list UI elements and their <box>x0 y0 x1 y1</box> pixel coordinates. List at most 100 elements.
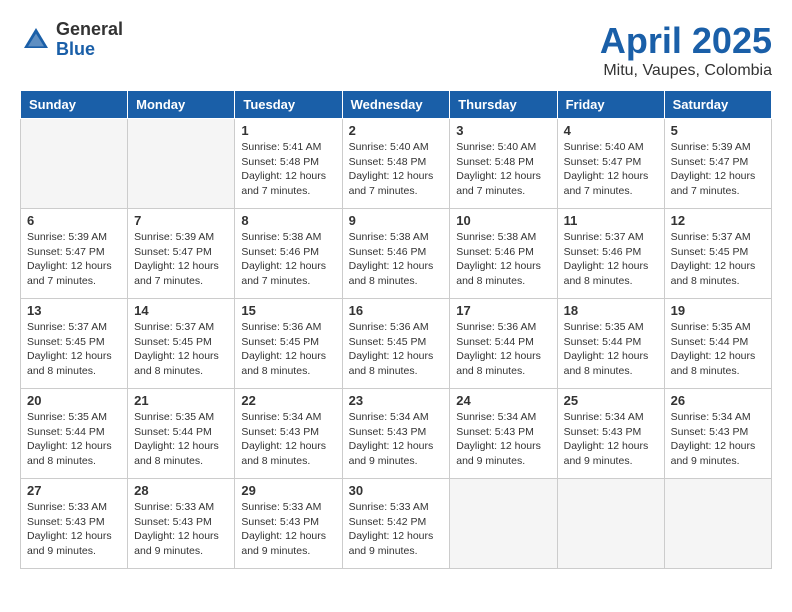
day-info: Sunrise: 5:35 AM Sunset: 5:44 PM Dayligh… <box>134 410 228 469</box>
day-cell-2-2: 15Sunrise: 5:36 AM Sunset: 5:45 PM Dayli… <box>235 299 342 389</box>
logo: General Blue <box>20 20 123 60</box>
day-number: 29 <box>241 483 335 498</box>
day-cell-1-2: 8 Sunrise: 5:38 AM Sunset: 5:46 PM Daylig… <box>235 209 342 299</box>
week-row-1: 1 Sunrise: 5:41 AM Sunset: 5:48 PM Daylig… <box>21 119 772 209</box>
day-number: 27 <box>27 483 121 498</box>
logo-icon <box>20 24 52 56</box>
day-number: 26 <box>671 393 765 408</box>
day-cell-4-4 <box>450 479 557 569</box>
day-info: Sunrise: 5:33 AM Sunset: 5:43 PM Dayligh… <box>241 500 335 559</box>
day-info: Sunrise: 5:35 AM Sunset: 5:44 PM Dayligh… <box>564 320 658 379</box>
day-cell-2-0: 13Sunrise: 5:37 AM Sunset: 5:45 PM Dayli… <box>21 299 128 389</box>
day-info: Sunrise: 5:41 AM Sunset: 5:48 PM Dayligh… <box>241 140 335 199</box>
day-number: 5 <box>671 123 765 138</box>
logo-text: General Blue <box>56 20 123 60</box>
day-number: 23 <box>349 393 444 408</box>
day-number: 14 <box>134 303 228 318</box>
day-number: 24 <box>456 393 550 408</box>
day-number: 9 <box>349 213 444 228</box>
day-number: 8 <box>241 213 335 228</box>
week-row-3: 13Sunrise: 5:37 AM Sunset: 5:45 PM Dayli… <box>21 299 772 389</box>
day-cell-3-5: 25 Sunrise: 5:34 AM Sunset: 5:43 PM Dayli… <box>557 389 664 479</box>
day-info: Sunrise: 5:38 AM Sunset: 5:46 PM Dayligh… <box>349 230 444 289</box>
day-cell-2-5: 18 Sunrise: 5:35 AM Sunset: 5:44 PM Dayli… <box>557 299 664 389</box>
day-info: Sunrise: 5:39 AM Sunset: 5:47 PM Dayligh… <box>27 230 121 289</box>
day-info: Sunrise: 5:37 AM Sunset: 5:45 PM Dayligh… <box>671 230 765 289</box>
day-info: Sunrise: 5:36 AM Sunset: 5:44 PM Dayligh… <box>456 320 550 379</box>
day-cell-4-2: 29 Sunrise: 5:33 AM Sunset: 5:43 PM Dayli… <box>235 479 342 569</box>
day-cell-4-0: 27 Sunrise: 5:33 AM Sunset: 5:43 PM Dayli… <box>21 479 128 569</box>
day-cell-4-3: 30 Sunrise: 5:33 AM Sunset: 5:42 PM Dayli… <box>342 479 450 569</box>
day-info: Sunrise: 5:34 AM Sunset: 5:43 PM Dayligh… <box>564 410 658 469</box>
day-number: 25 <box>564 393 658 408</box>
day-info: Sunrise: 5:33 AM Sunset: 5:42 PM Dayligh… <box>349 500 444 559</box>
day-number: 15 <box>241 303 335 318</box>
day-info: Sunrise: 5:35 AM Sunset: 5:44 PM Dayligh… <box>27 410 121 469</box>
day-info: Sunrise: 5:39 AM Sunset: 5:47 PM Dayligh… <box>671 140 765 199</box>
header-sunday: Sunday <box>21 91 128 119</box>
day-cell-1-4: 10 Sunrise: 5:38 AM Sunset: 5:46 PM Dayli… <box>450 209 557 299</box>
day-cell-2-6: 19 Sunrise: 5:35 AM Sunset: 5:44 PM Dayli… <box>664 299 771 389</box>
day-number: 10 <box>456 213 550 228</box>
day-number: 22 <box>241 393 335 408</box>
header-wednesday: Wednesday <box>342 91 450 119</box>
day-cell-0-5: 4Sunrise: 5:40 AM Sunset: 5:47 PM Daylig… <box>557 119 664 209</box>
day-cell-0-3: 2Sunrise: 5:40 AM Sunset: 5:48 PM Daylig… <box>342 119 450 209</box>
day-cell-3-6: 26 Sunrise: 5:34 AM Sunset: 5:43 PM Dayli… <box>664 389 771 479</box>
day-info: Sunrise: 5:34 AM Sunset: 5:43 PM Dayligh… <box>671 410 765 469</box>
header-friday: Friday <box>557 91 664 119</box>
day-cell-2-1: 14Sunrise: 5:37 AM Sunset: 5:45 PM Dayli… <box>128 299 235 389</box>
day-info: Sunrise: 5:36 AM Sunset: 5:45 PM Dayligh… <box>349 320 444 379</box>
week-row-2: 6 Sunrise: 5:39 AM Sunset: 5:47 PM Daylig… <box>21 209 772 299</box>
day-cell-3-2: 22 Sunrise: 5:34 AM Sunset: 5:43 PM Dayli… <box>235 389 342 479</box>
day-number: 19 <box>671 303 765 318</box>
day-info: Sunrise: 5:40 AM Sunset: 5:48 PM Dayligh… <box>349 140 444 199</box>
day-info: Sunrise: 5:33 AM Sunset: 5:43 PM Dayligh… <box>27 500 121 559</box>
day-number: 11 <box>564 213 658 228</box>
header-monday: Monday <box>128 91 235 119</box>
day-number: 30 <box>349 483 444 498</box>
day-info: Sunrise: 5:39 AM Sunset: 5:47 PM Dayligh… <box>134 230 228 289</box>
day-cell-1-0: 6 Sunrise: 5:39 AM Sunset: 5:47 PM Daylig… <box>21 209 128 299</box>
day-number: 18 <box>564 303 658 318</box>
day-number: 21 <box>134 393 228 408</box>
day-info: Sunrise: 5:38 AM Sunset: 5:46 PM Dayligh… <box>241 230 335 289</box>
day-info: Sunrise: 5:34 AM Sunset: 5:43 PM Dayligh… <box>241 410 335 469</box>
day-cell-1-6: 12 Sunrise: 5:37 AM Sunset: 5:45 PM Dayli… <box>664 209 771 299</box>
day-number: 20 <box>27 393 121 408</box>
month-title: April 2025 <box>600 20 772 62</box>
day-number: 4 <box>564 123 658 138</box>
day-info: Sunrise: 5:35 AM Sunset: 5:44 PM Dayligh… <box>671 320 765 379</box>
header: General Blue April 2025 Mitu, Vaupes, Co… <box>20 20 772 80</box>
day-number: 6 <box>27 213 121 228</box>
day-cell-4-5 <box>557 479 664 569</box>
day-cell-1-1: 7Sunrise: 5:39 AM Sunset: 5:47 PM Daylig… <box>128 209 235 299</box>
header-tuesday: Tuesday <box>235 91 342 119</box>
day-cell-1-5: 11 Sunrise: 5:37 AM Sunset: 5:46 PM Dayli… <box>557 209 664 299</box>
day-number: 16 <box>349 303 444 318</box>
day-cell-0-1 <box>128 119 235 209</box>
day-number: 1 <box>241 123 335 138</box>
day-number: 13 <box>27 303 121 318</box>
logo-general-text: General <box>56 20 123 40</box>
header-saturday: Saturday <box>664 91 771 119</box>
day-info: Sunrise: 5:38 AM Sunset: 5:46 PM Dayligh… <box>456 230 550 289</box>
day-number: 12 <box>671 213 765 228</box>
day-info: Sunrise: 5:34 AM Sunset: 5:43 PM Dayligh… <box>456 410 550 469</box>
header-thursday: Thursday <box>450 91 557 119</box>
day-cell-4-1: 28 Sunrise: 5:33 AM Sunset: 5:43 PM Dayli… <box>128 479 235 569</box>
week-row-4: 20 Sunrise: 5:35 AM Sunset: 5:44 PM Dayli… <box>21 389 772 479</box>
day-cell-1-3: 9 Sunrise: 5:38 AM Sunset: 5:46 PM Daylig… <box>342 209 450 299</box>
day-cell-2-4: 17Sunrise: 5:36 AM Sunset: 5:44 PM Dayli… <box>450 299 557 389</box>
week-row-5: 27 Sunrise: 5:33 AM Sunset: 5:43 PM Dayli… <box>21 479 772 569</box>
title-area: April 2025 Mitu, Vaupes, Colombia <box>600 20 772 80</box>
day-cell-0-4: 3Sunrise: 5:40 AM Sunset: 5:48 PM Daylig… <box>450 119 557 209</box>
day-info: Sunrise: 5:34 AM Sunset: 5:43 PM Dayligh… <box>349 410 444 469</box>
day-number: 28 <box>134 483 228 498</box>
day-info: Sunrise: 5:33 AM Sunset: 5:43 PM Dayligh… <box>134 500 228 559</box>
day-cell-3-1: 21 Sunrise: 5:35 AM Sunset: 5:44 PM Dayli… <box>128 389 235 479</box>
day-cell-3-0: 20 Sunrise: 5:35 AM Sunset: 5:44 PM Dayli… <box>21 389 128 479</box>
day-cell-0-2: 1 Sunrise: 5:41 AM Sunset: 5:48 PM Daylig… <box>235 119 342 209</box>
day-info: Sunrise: 5:37 AM Sunset: 5:46 PM Dayligh… <box>564 230 658 289</box>
calendar: Sunday Monday Tuesday Wednesday Thursday… <box>20 90 772 569</box>
